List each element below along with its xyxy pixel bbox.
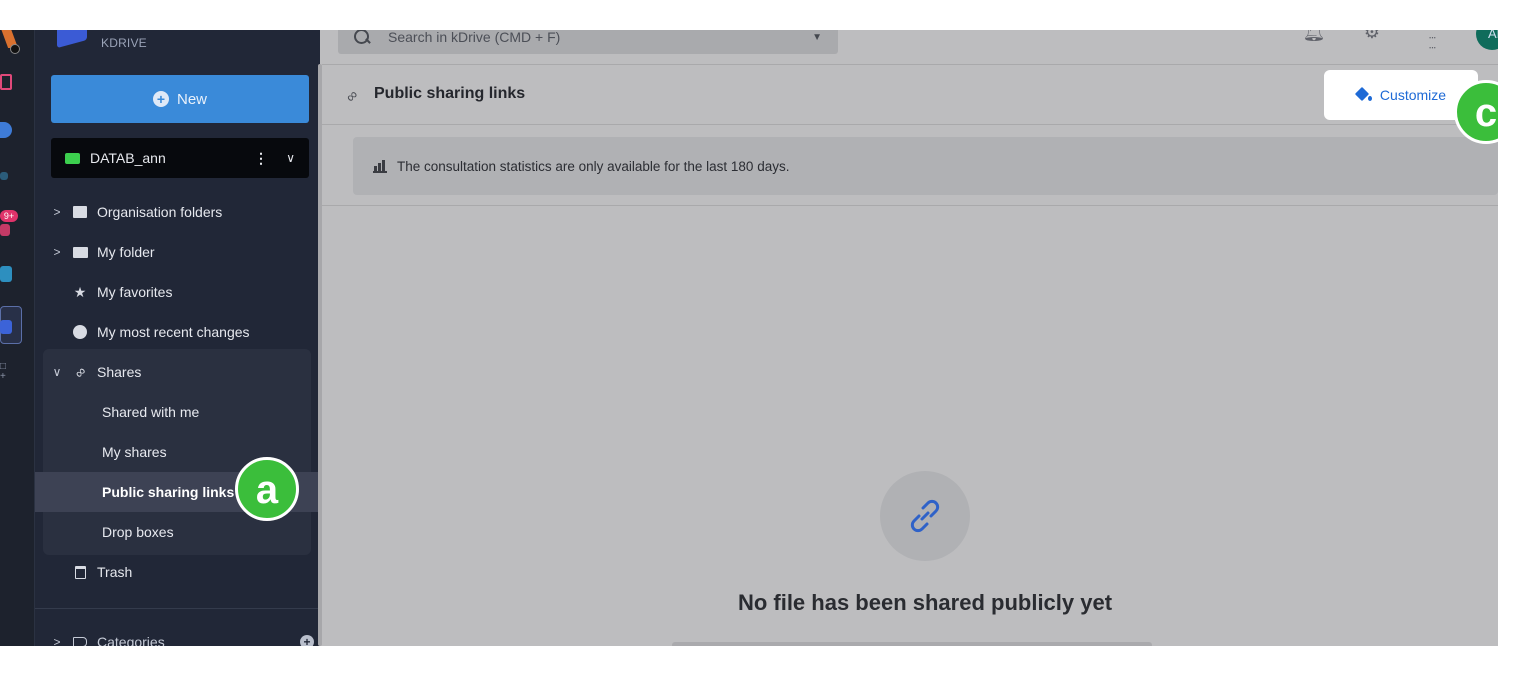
sidebar-item-recent-changes[interactable]: My most recent changes bbox=[43, 312, 311, 352]
kdrive-icon bbox=[0, 320, 12, 334]
more-options-icon[interactable]: ⋮ bbox=[251, 150, 271, 167]
title-divider bbox=[322, 124, 1498, 125]
link-icon: ∞ bbox=[70, 362, 90, 382]
sidebar-item-drop-boxes[interactable]: Drop boxes bbox=[102, 512, 174, 552]
sidebar-item-label: Trash bbox=[97, 564, 133, 580]
sidebar-item-organisation-folders[interactable]: > Organisation folders bbox=[43, 192, 311, 232]
add-app-icon[interactable]: □ + bbox=[0, 362, 14, 382]
sidebar-item-trash[interactable]: Trash bbox=[43, 552, 311, 592]
sidebar-divider bbox=[35, 608, 321, 609]
home-icon[interactable] bbox=[0, 74, 12, 90]
sidebar-item-label: My folder bbox=[97, 244, 155, 260]
search-placeholder: Search in kDrive (CMD + F) bbox=[388, 30, 561, 45]
stats-notice-banner: The consultation statistics are only ava… bbox=[353, 137, 1498, 195]
star-icon: ★ bbox=[73, 283, 87, 300]
drive-icon bbox=[65, 152, 80, 164]
chevron-right-icon[interactable]: > bbox=[43, 635, 71, 646]
app-window: 9+ □ + KDRIVE + New DATAB_ann ⋮ ∨ > Organ… bbox=[0, 30, 1498, 646]
sidebar-item-label: Shares bbox=[97, 364, 142, 380]
new-button[interactable]: + New bbox=[51, 75, 309, 123]
sidebar-item-categories[interactable]: > Categories bbox=[43, 622, 311, 646]
search-input[interactable]: Search in kDrive (CMD + F) ▼ bbox=[338, 30, 838, 54]
trash-icon bbox=[71, 563, 89, 581]
sidebar-item-public-sharing-links[interactable]: Public sharing links bbox=[102, 472, 234, 512]
stats-notice-text: The consultation statistics are only ava… bbox=[397, 158, 790, 174]
bell-icon[interactable]: 🔔︎ bbox=[1302, 30, 1326, 46]
add-category-icon[interactable]: + bbox=[300, 635, 314, 646]
sidebar-item-label: Categories bbox=[97, 634, 165, 646]
sidebar-item-label: My favorites bbox=[97, 284, 173, 300]
page-header: ∞ Public sharing links bbox=[342, 82, 526, 106]
brand-name: KDRIVE bbox=[101, 36, 147, 50]
chevron-down-icon[interactable]: ∨ bbox=[271, 151, 295, 165]
mail-icon[interactable] bbox=[0, 224, 10, 236]
caret-down-icon[interactable]: ▼ bbox=[812, 32, 822, 43]
new-button-label: New bbox=[176, 90, 207, 108]
gear-icon[interactable]: ⚙ bbox=[1360, 30, 1384, 46]
globe-icon[interactable] bbox=[0, 122, 12, 138]
page-title: Public sharing links bbox=[374, 85, 526, 102]
avatar[interactable]: AN bbox=[1476, 30, 1498, 50]
sidebar-item-my-folder[interactable]: > My folder bbox=[43, 232, 311, 272]
customize-label: Customize bbox=[1379, 87, 1447, 103]
chat-icon[interactable] bbox=[0, 172, 8, 180]
clock-icon bbox=[71, 323, 89, 341]
chevron-right-icon[interactable]: > bbox=[43, 245, 71, 259]
empty-state-title: No file has been shared publicly yet bbox=[737, 590, 1113, 615]
sidebar: KDRIVE + New DATAB_ann ⋮ ∨ > Organisatio… bbox=[34, 30, 321, 646]
link-icon: ∞ bbox=[342, 86, 362, 107]
plus-circle-icon: + bbox=[152, 91, 169, 107]
rail-dropdown-icon[interactable] bbox=[10, 44, 20, 54]
sidebar-item-shared-with-me[interactable]: Shared with me bbox=[102, 392, 199, 432]
sidebar-item-my-shares[interactable]: My shares bbox=[102, 432, 167, 472]
folder-icon bbox=[71, 243, 89, 261]
calendar-icon[interactable] bbox=[0, 266, 12, 282]
sidebar-item-my-favorites[interactable]: ★ My favorites bbox=[43, 272, 311, 312]
sidebar-item-shares[interactable]: ∨ ∞ Shares bbox=[43, 352, 311, 392]
empty-state-subtitle bbox=[672, 642, 1152, 646]
link-icon bbox=[910, 499, 940, 533]
banner-divider bbox=[322, 205, 1498, 206]
drive-selector[interactable]: DATAB_ann ⋮ ∨ bbox=[51, 138, 309, 178]
notification-badge[interactable]: 9+ bbox=[0, 210, 18, 222]
chart-icon bbox=[373, 159, 387, 173]
tag-icon bbox=[71, 633, 89, 646]
sidebar-item-label: My most recent changes bbox=[97, 324, 250, 340]
kdrive-logo-icon bbox=[57, 30, 87, 49]
empty-state-illustration bbox=[880, 471, 970, 561]
header-divider bbox=[322, 64, 1498, 65]
main-content: Search in kDrive (CMD + F) ▼ 🔔︎ ⚙ ∙∙∙ ∙∙∙… bbox=[322, 30, 1498, 646]
organisation-icon bbox=[71, 203, 89, 221]
sidebar-item-label: Organisation folders bbox=[97, 204, 223, 220]
chevron-right-icon[interactable]: > bbox=[43, 205, 71, 219]
callout-badge-a: a bbox=[235, 457, 299, 521]
apps-grid-icon[interactable]: ∙∙∙∙∙∙∙∙∙ bbox=[1420, 30, 1444, 53]
paint-bucket-icon bbox=[1356, 88, 1372, 102]
drive-name: DATAB_ann bbox=[90, 150, 166, 166]
search-icon bbox=[354, 30, 370, 45]
app-rail: 9+ □ + bbox=[0, 30, 34, 646]
